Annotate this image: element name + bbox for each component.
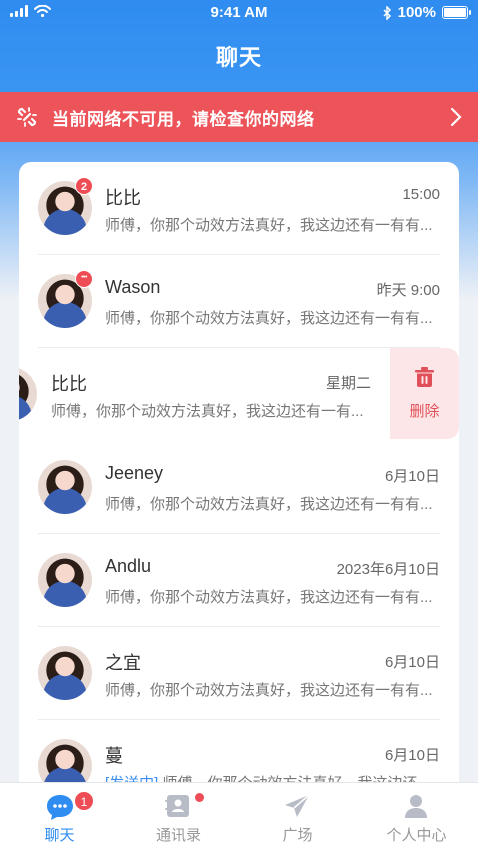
tab-label: 广场	[282, 827, 313, 844]
battery-icon	[442, 6, 471, 19]
message-time: 6月10日	[384, 468, 440, 485]
message-time: 星期二	[325, 375, 371, 392]
contact-name: Andlu	[105, 556, 152, 576]
tab-contacts[interactable]: 通讯录	[119, 783, 238, 850]
contacts-notification-dot	[195, 793, 204, 802]
trash-icon	[415, 367, 434, 387]
contact-name: 之宜	[105, 653, 141, 673]
message-preview: 师傅，你那个动效方法真好，我这边还有一有有...	[105, 496, 433, 513]
avatar	[19, 367, 37, 421]
bluetooth-icon	[383, 5, 391, 20]
tab-profile[interactable]: 个人中心	[357, 783, 476, 850]
message-preview: 师傅，你那个动效方法真好，我这边还有一有有...	[105, 310, 433, 327]
chat-row[interactable]: 2 比比 15:00 师傅，你那个动效方法真好，我这边还有一有有...	[19, 162, 459, 255]
delete-button[interactable]: 删除	[390, 348, 459, 439]
message-preview: 师傅，你那个动效方法真好，我这边还有一有有...	[105, 589, 433, 606]
message-time: 2023年6月10日	[336, 561, 440, 578]
tab-label: 个人中心	[386, 827, 447, 844]
message-preview: 师傅，你那个动效方法真好，我这边还有一有有...	[105, 682, 433, 699]
link-broken-icon	[17, 107, 37, 127]
chat-row[interactable]: 之宜 6月10日 师傅，你那个动效方法真好，我这边还有一有有...	[19, 627, 459, 720]
avatar	[38, 460, 92, 514]
contact-name: Wason	[105, 277, 161, 297]
network-error-banner[interactable]: 当前网络不可用，请检查你的网络	[0, 92, 478, 142]
tab-label: 通讯录	[155, 827, 201, 844]
more-badge-icon	[75, 270, 93, 288]
network-error-text: 当前网络不可用，请检查你的网络	[52, 109, 315, 129]
message-preview: 师傅，你那个动效方法真好，我这边还有一有...	[51, 403, 364, 420]
unread-badge: 2	[75, 177, 93, 195]
contact-name: 比比	[105, 188, 141, 208]
page-title: 聊天	[215, 45, 262, 70]
contact-name: 比比	[51, 374, 87, 394]
message-time: 昨天 9:00	[376, 282, 440, 299]
message-time: 15:00	[402, 186, 440, 203]
message-preview: 师傅，你那个动效方法真好，我这边还有一有有...	[105, 217, 433, 234]
delete-label: 删除	[409, 403, 440, 420]
contact-name: 蔓	[105, 746, 123, 766]
status-bar: 9:41 AM 100%	[0, 0, 478, 26]
chat-row[interactable]: Wason 昨天 9:00 师傅，你那个动效方法真好，我这边还有一有有...	[19, 255, 459, 348]
person-icon	[405, 795, 427, 818]
tab-bar: 1 聊天 通讯录 广场 个人中心	[0, 782, 478, 850]
contacts-book-icon	[165, 795, 189, 817]
avatar	[38, 646, 92, 700]
chat-row[interactable]: Jeeney 6月10日 师傅，你那个动效方法真好，我这边还有一有有...	[19, 441, 459, 534]
message-time: 6月10日	[384, 747, 440, 764]
chevron-right-icon	[450, 107, 462, 127]
chat-list: 2 比比 15:00 师傅，你那个动效方法真好，我这边还有一有有... Waso…	[19, 162, 459, 802]
chat-bubble-icon	[47, 795, 73, 820]
tab-unread-badge: 1	[74, 791, 94, 811]
contact-name: Jeeney	[105, 463, 164, 483]
tab-label: 聊天	[44, 827, 75, 844]
message-time: 6月10日	[384, 654, 440, 671]
tab-chat[interactable]: 1 聊天	[0, 783, 119, 850]
chat-row[interactable]: Andlu 2023年6月10日 师傅，你那个动效方法真好，我这边还有一有有..…	[19, 534, 459, 627]
paper-plane-icon	[285, 794, 310, 817]
tab-square[interactable]: 广场	[238, 783, 357, 850]
avatar	[38, 553, 92, 607]
battery-percentage: 100%	[397, 4, 436, 21]
